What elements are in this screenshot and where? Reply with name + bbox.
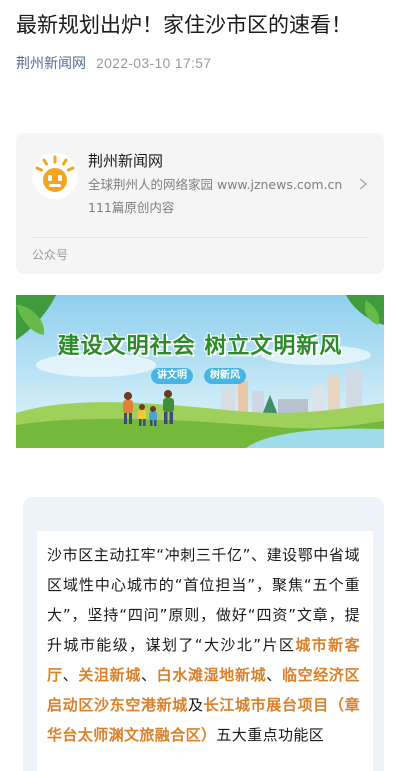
civilization-banner-image: 建设文明社会 树立文明新风 讲文明 树新风: [16, 295, 384, 448]
article-source-link[interactable]: 荆州新闻网: [16, 56, 86, 72]
banner-illustration: [16, 295, 384, 448]
banner-tag: 树新风: [204, 368, 246, 384]
body-text: 五大重点功能区: [216, 726, 325, 744]
highlight-text: 白水滩湿地新城: [156, 666, 267, 684]
article-title: 最新规划出炉！家住沙市区的速看！: [16, 13, 352, 37]
card-divider: [32, 237, 368, 238]
body-text: 及: [187, 696, 204, 714]
account-avatar: [32, 153, 78, 199]
account-type-label: 公众号: [32, 248, 69, 262]
account-name: 荆州新闻网: [88, 152, 164, 170]
banner-tag: 讲文明: [151, 368, 193, 384]
body-text: 、: [266, 666, 282, 684]
account-card[interactable]: 荆州新闻网 全球荆州人的网络家园 www.jznews.com.cn 111篇原…: [16, 133, 384, 274]
account-card-profile[interactable]: 荆州新闻网 全球荆州人的网络家园 www.jznews.com.cn 111篇原…: [16, 133, 384, 237]
highlight-text: 沙东空港新城: [94, 696, 188, 714]
body-text: 、: [62, 666, 79, 684]
chevron-right-icon: [359, 178, 368, 190]
body-text: 、: [140, 666, 157, 684]
account-post-count: 111篇原创内容: [88, 200, 175, 215]
article-meta: 荆州新闻网 2022-03-10 17:57: [16, 54, 211, 73]
article-body-paragraph: 沙市区主动扛牢“冲刺三千亿”、建设鄂中省域区域性中心城市的“首位担当”，聚焦“五…: [47, 540, 360, 750]
banner-slogan: 建设文明社会 树立文明新风: [57, 334, 343, 359]
highlight-text: 关沮新城: [78, 666, 141, 684]
account-description: 全球荆州人的网络家园 www.jznews.com.cn: [88, 177, 343, 192]
sun-logo-icon: [32, 153, 78, 199]
publish-date: 2022-03-10 17:57: [96, 55, 212, 71]
